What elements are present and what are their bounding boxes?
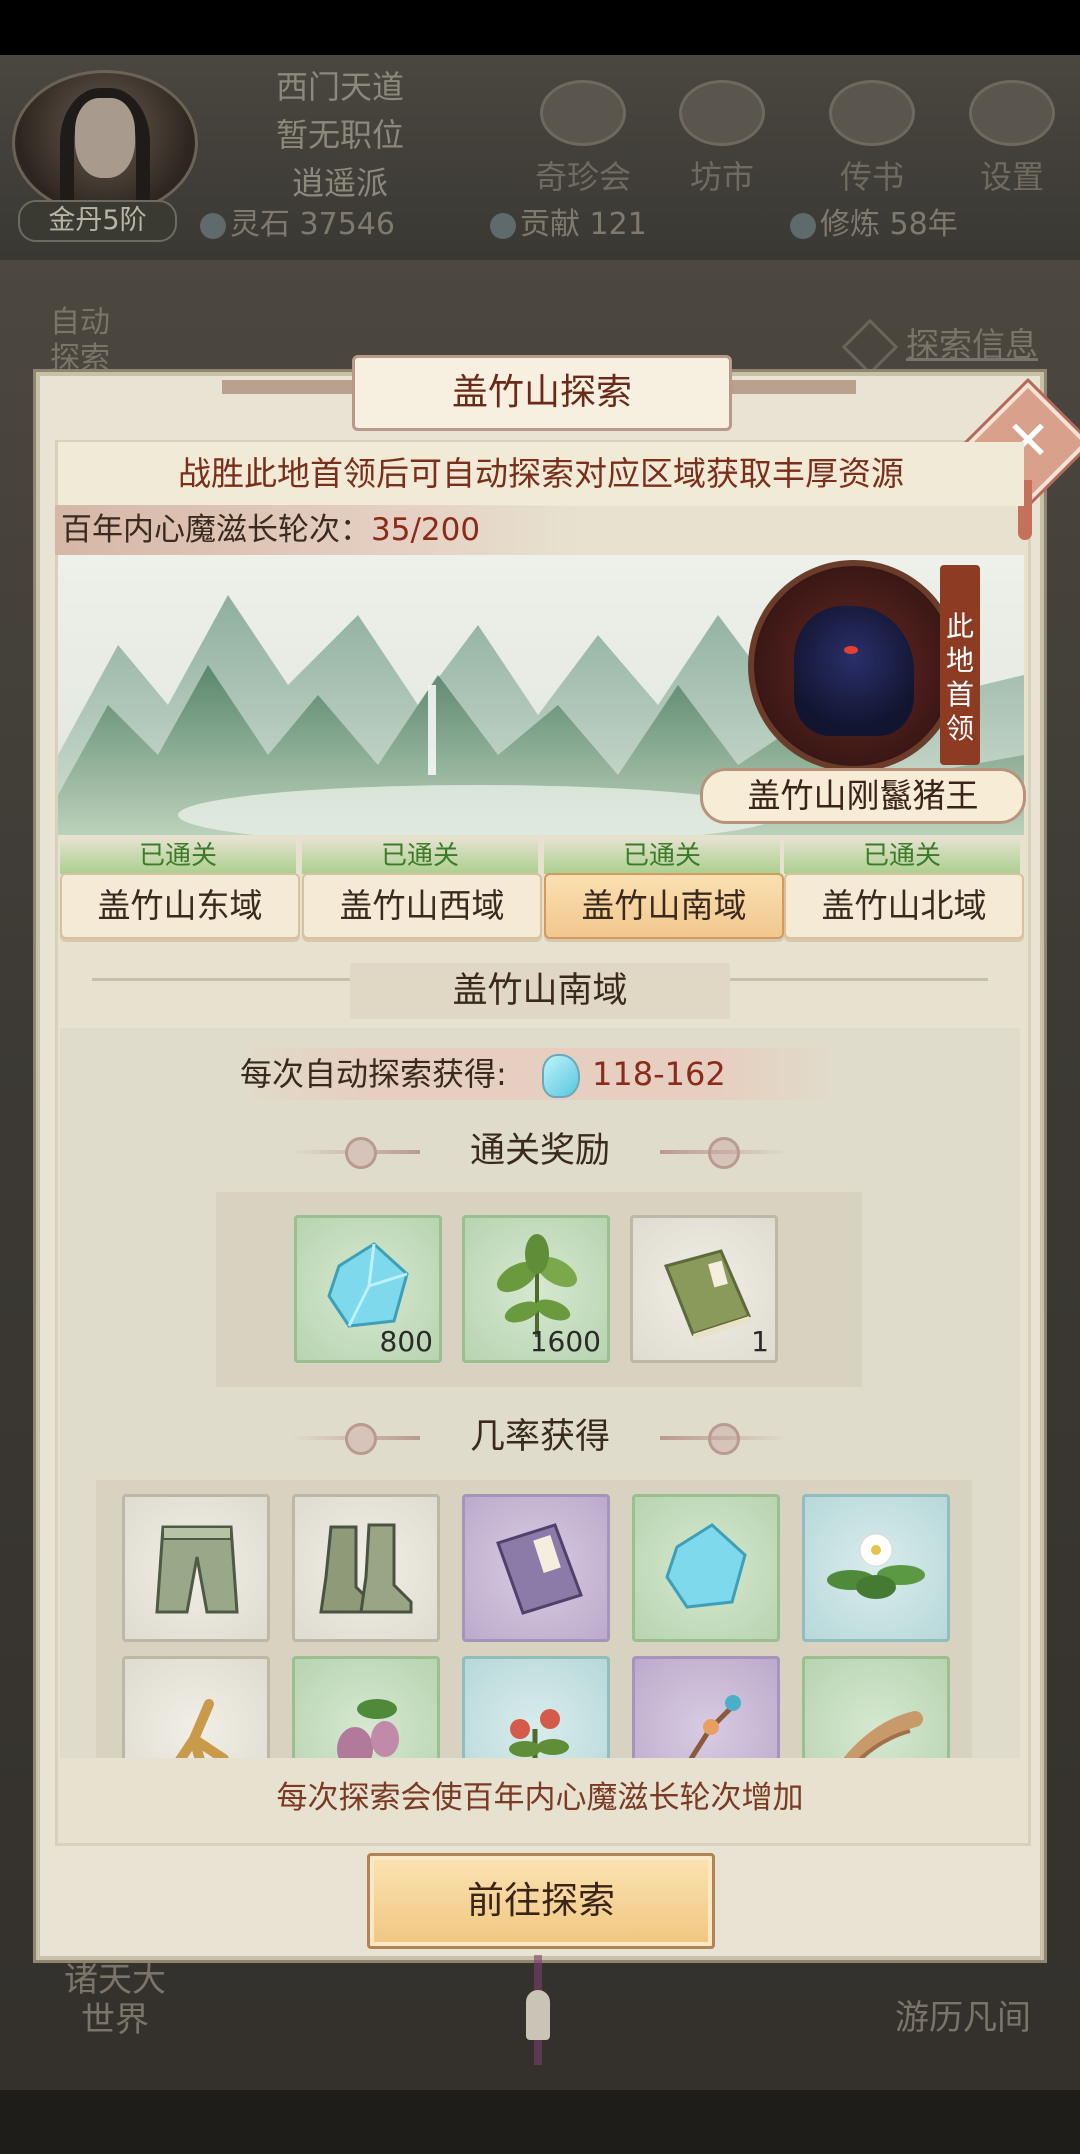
gear-icon [969,80,1055,146]
section-title: 盖竹山南域 [350,963,730,1019]
travel-button[interactable]: 游历凡间 [895,1990,1031,2039]
drop-item-red-flower[interactable] [462,1656,610,1758]
explore-tip: 战胜此地首领后可自动探索对应区域获取丰厚资源 [58,442,1024,506]
spirit-stone-icon [327,1242,409,1328]
secret-book-icon [496,1523,583,1615]
south-region-status: 已通关 [544,838,780,874]
settings-button[interactable]: 设置 [952,80,1072,196]
modal-title: 盖竹山探索 [352,355,732,431]
ornament-right [660,1150,790,1154]
market-label: 坊市 [689,158,754,196]
yin-yang-icon [345,1137,377,1169]
contribution-value: 贡献 121 [520,207,647,242]
drop-item-secret-book[interactable] [462,1494,610,1642]
player-name: 西门天道 [275,68,404,106]
cultivation-icon [790,212,816,239]
market-button[interactable]: 坊市 [662,80,782,196]
reward-item[interactable]: 800 [294,1215,442,1363]
reward-count: 1 [751,1325,769,1358]
treasure-icon [540,80,626,146]
west-region-status: 已通关 [302,838,538,874]
drop-title: 几率获得 [469,1417,610,1457]
spirit-stone-icon [542,1054,580,1098]
reward-count: 1600 [529,1325,601,1358]
market-icon [679,80,765,146]
tab-west-region[interactable]: 盖竹山西域 [302,873,542,939]
manual-book-icon [663,1249,752,1340]
berry-herb-icon [337,1699,399,1758]
boss-boar-image [794,606,914,736]
player-avatar[interactable] [12,70,198,216]
drop-item-ginseng[interactable] [122,1656,270,1758]
letter-label: 传书 [839,158,904,196]
letter-icon [829,80,915,146]
north-region-status: 已通关 [784,838,1020,874]
flower-herb-icon [827,1533,925,1599]
clear-reward-title: 通关奖励 [469,1131,610,1171]
drop-item-berry-herb[interactable] [292,1656,440,1758]
info-icon [841,318,899,375]
ornament-right [660,1436,790,1440]
spirit-stone-stat: 灵石 37546 [200,205,395,245]
red-flower-icon [509,1709,569,1758]
drop-item-flower-herb[interactable] [802,1494,950,1642]
drop-item-root-herb[interactable] [802,1656,950,1758]
treasure-button[interactable]: 奇珍会 [523,80,643,196]
bottom-nav [0,2090,1080,2154]
player-position: 暂无职位 [275,116,404,154]
cultivation-value: 修炼 58年 [820,207,958,242]
avatar-face [75,98,135,178]
yin-yang-icon [345,1423,377,1455]
demon-rounds: 百年内心魔滋长轮次：35/200 [55,505,581,555]
contribution-stat: 贡献 121 [490,205,647,245]
pants-icon [155,1525,239,1614]
yield-value: 118-162 [592,1055,726,1093]
world-button[interactable]: 诸天大世界 [60,1960,170,2040]
contribution-icon [490,212,516,239]
spirit-stone-icon [665,1523,747,1609]
drop-item-pants[interactable] [122,1494,270,1642]
tab-east-region[interactable]: 盖竹山东域 [60,873,300,939]
tab-north-region[interactable]: 盖竹山北域 [784,873,1024,939]
status-bar [0,0,1080,55]
reward-count: 800 [379,1325,433,1358]
boss-portrait[interactable] [748,560,960,772]
player-rank: 金丹5阶 [18,200,177,242]
title-ornament-left [222,380,352,394]
drop-item-boots[interactable] [292,1494,440,1642]
spirit-stone-value: 灵石 37546 [230,207,395,242]
reward-item[interactable]: 1600 [462,1215,610,1363]
yield-label: 每次自动探索获得: [240,1055,507,1093]
drop-list [96,1480,972,1758]
demon-rounds-value: 35/200 [371,512,481,548]
player-sect: 逍遥派 [291,164,388,202]
letter-button[interactable]: 传书 [812,80,932,196]
drop-item-fruit-branch[interactable] [632,1656,780,1758]
boss-eye [844,646,858,654]
auto-explore-yield: 每次自动探索获得: 118-162 [240,1048,840,1100]
spirit-stone-icon [200,212,226,239]
reward-item[interactable]: 1 [630,1215,778,1363]
settings-label: 设置 [979,158,1044,196]
cultivation-stat: 修炼 58年 [790,205,958,245]
explore-info-label: 探索信息 [906,325,1038,364]
title-ornament-right [726,380,856,394]
auto-explore-button[interactable]: 自动探索 [40,305,120,377]
ginseng-icon [175,1699,229,1758]
go-explore-button[interactable]: 前往探索 [367,1853,715,1949]
root-herb-icon [843,1711,923,1758]
demon-rounds-label: 百年内心魔滋长轮次： [61,512,371,548]
treasure-label: 奇珍会 [534,158,631,196]
fruit-branch-icon [688,1695,741,1758]
explore-note: 每次探索会使百年内心魔滋长轮次增加 [276,1780,804,1816]
drop-item-spirit-stone[interactable] [632,1494,780,1642]
boots-icon [319,1523,413,1614]
east-region-status: 已通关 [60,838,296,874]
boss-name: 盖竹山刚鬣猪王 [700,768,1026,824]
bell-icon [526,1990,550,2040]
tab-south-region[interactable]: 盖竹山南域 [544,873,784,939]
explore-info-link[interactable]: 探索信息 [841,318,1038,375]
boss-tag: 此地首领 [940,565,980,765]
